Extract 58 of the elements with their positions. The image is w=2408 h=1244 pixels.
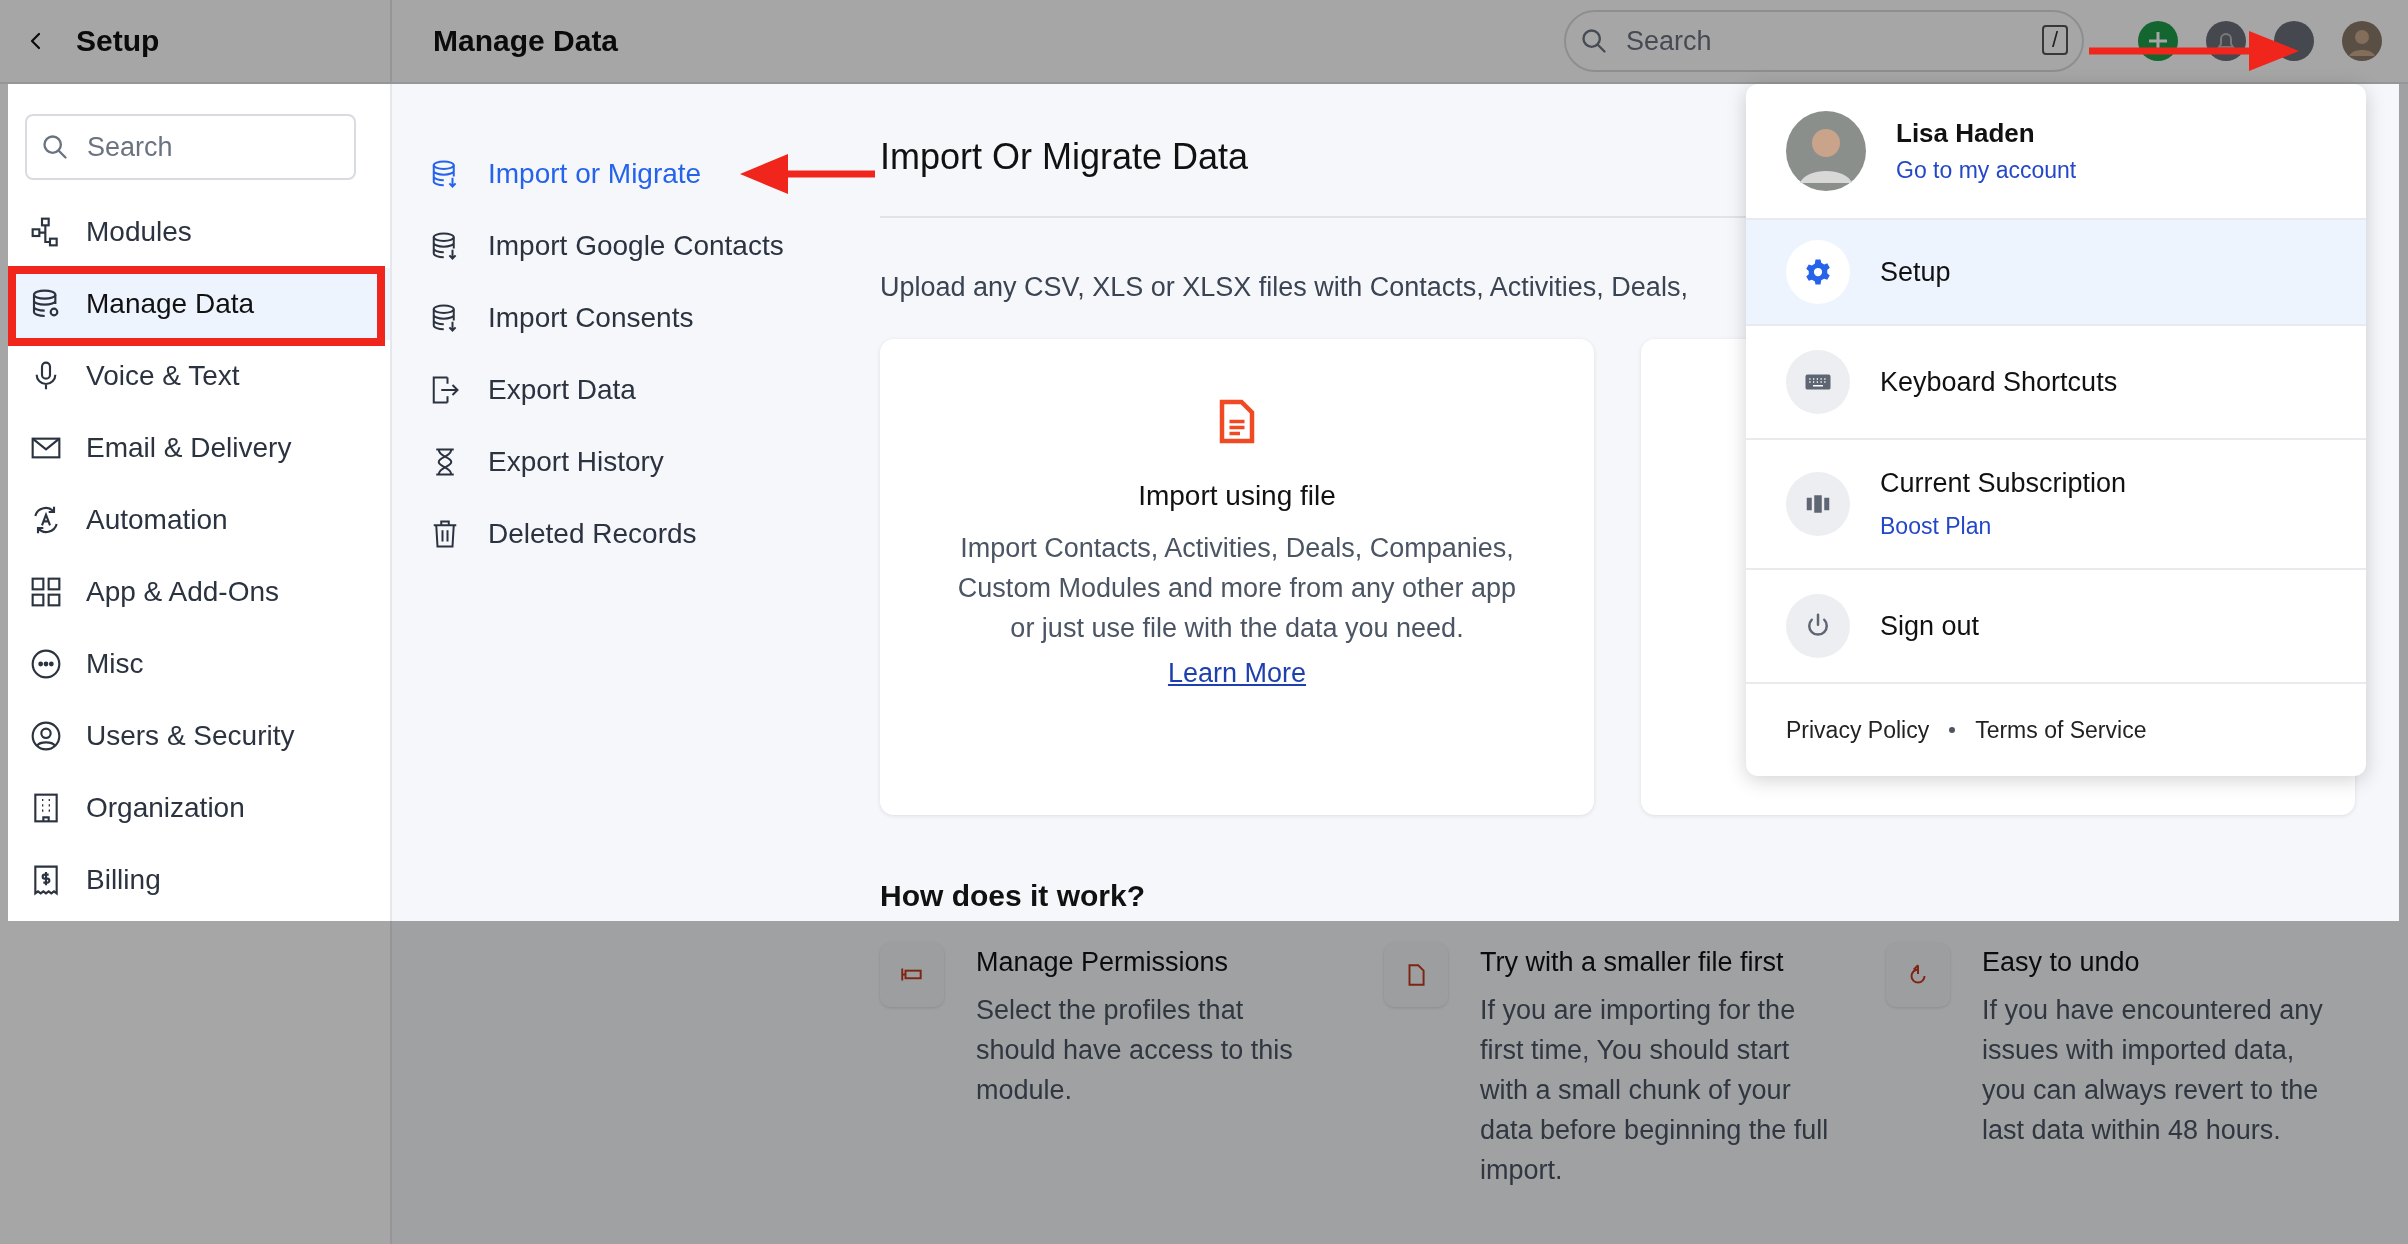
step-title: Manage Permissions bbox=[976, 947, 1230, 978]
search-icon bbox=[1580, 27, 1608, 55]
undo-icon bbox=[1886, 943, 1950, 1007]
export-icon bbox=[430, 375, 460, 405]
card-text: Import Contacts, Activities, Deals, Companies, Custom Modules and more from any other app or just use file with the data you need. bbox=[956, 532, 1518, 645]
grid-icon bbox=[30, 576, 62, 608]
file-icon bbox=[1219, 399, 1255, 444]
user-name: Lisa Haden bbox=[1896, 118, 2036, 149]
menu-item-label: Sign out bbox=[1880, 610, 1980, 642]
menu-item-label: Setup bbox=[1880, 256, 1951, 288]
section-description: Upload any CSV, XLS or XLSX files with Contacts, Activities, Deals, bbox=[880, 272, 1688, 303]
menu-item[interactable]: Current Subscription Boost Plan bbox=[1746, 440, 2366, 570]
step-text: Select the profiles that should have access to this module. bbox=[976, 994, 1294, 1107]
menu-item[interactable]: Setup bbox=[1746, 220, 2366, 326]
step-text: If you are importing for the first time, You should start with a small chunk of your data before beginning the full import. bbox=[1480, 994, 1830, 1187]
sidebar-item[interactable]: Organization bbox=[0, 772, 390, 844]
step-title: Try with a smaller file first bbox=[1480, 947, 1785, 978]
submenu-item[interactable]: Import or Migrate bbox=[430, 138, 880, 210]
sidebar-item[interactable]: Billing bbox=[0, 844, 390, 916]
file-icon bbox=[1384, 943, 1448, 1007]
sidebar-item[interactable]: Users & Security bbox=[0, 700, 390, 772]
section-heading: How does it work? bbox=[880, 879, 1147, 913]
sidebar-item[interactable]: Modules bbox=[0, 196, 390, 268]
search-field[interactable]: Search bbox=[25, 114, 356, 180]
submenu-item[interactable]: Import Consents bbox=[430, 282, 880, 354]
search-icon bbox=[41, 133, 69, 161]
sidebar-item[interactable]: Misc bbox=[0, 628, 390, 700]
avatar-icon[interactable] bbox=[2342, 21, 2382, 61]
page-title: Manage Data bbox=[433, 24, 620, 58]
submenu-item[interactable]: Import Google Contacts bbox=[430, 210, 880, 282]
footer-link[interactable]: Terms of Service bbox=[1975, 716, 2147, 744]
step-text: If you have encountered any issues with imported data, you can always revert to the last data within 48 hours. bbox=[1982, 994, 2324, 1147]
bell-icon[interactable] bbox=[2206, 21, 2246, 61]
step-title: Easy to undo bbox=[1982, 947, 2141, 978]
shortcut-key: / bbox=[2041, 25, 2068, 55]
footer-link[interactable]: Privacy Policy bbox=[1786, 716, 1930, 744]
plan-link[interactable]: Boost Plan bbox=[1880, 513, 2127, 540]
sidebar-title: Setup bbox=[76, 24, 160, 58]
sidebar-item[interactable]: App & Add-Ons bbox=[0, 556, 390, 628]
submenu-item[interactable]: Export History bbox=[430, 426, 880, 498]
sidebar-item[interactable]: Email & Delivery bbox=[0, 412, 390, 484]
avatar-icon bbox=[1786, 111, 1866, 191]
menu-item-label: Keyboard Shortcuts bbox=[1880, 366, 2118, 398]
tag-icon bbox=[880, 943, 944, 1007]
user-icon bbox=[30, 720, 62, 752]
submenu-item[interactable]: Deleted Records bbox=[430, 498, 880, 570]
menu-item[interactable]: Keyboard Shortcuts bbox=[1746, 326, 2366, 440]
learn-more-link[interactable]: Learn More bbox=[1167, 658, 1307, 689]
menu-item-label: Current Subscription bbox=[1880, 468, 2127, 499]
more-icon bbox=[30, 648, 62, 680]
add-icon[interactable] bbox=[2138, 21, 2178, 61]
account-link[interactable]: Go to my account bbox=[1896, 157, 2077, 184]
separator-dot bbox=[1949, 727, 1956, 733]
submenu-item[interactable]: Export Data bbox=[430, 354, 880, 426]
menu-item[interactable]: Sign out bbox=[1746, 570, 2366, 684]
card-title: Import using file bbox=[1138, 480, 1336, 512]
sidebar-item[interactable]: Voice & Text bbox=[0, 340, 390, 412]
sidebar-item[interactable]: Automation bbox=[0, 484, 390, 556]
